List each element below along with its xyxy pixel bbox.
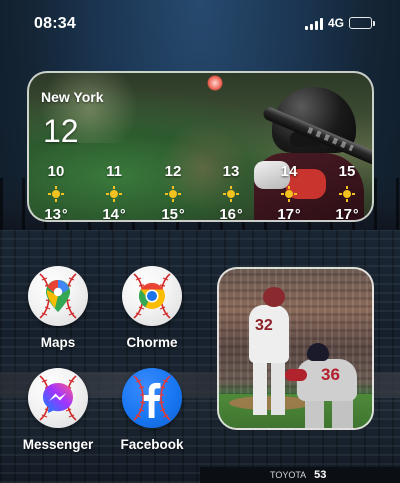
stadium-sign: TOYOTA 53 [200, 467, 400, 483]
forecast-hour: 11 14 [94, 163, 134, 220]
forecast-hour-label: 12 [164, 163, 182, 180]
photo-widget[interactable]: 32 36 [217, 267, 374, 430]
forecast-hour-label: 14 [280, 163, 298, 180]
forecast-hour: 13 16 [211, 163, 251, 220]
forecast-hour-label: 10 [47, 163, 65, 180]
weather-current-temp: 12 [43, 113, 79, 149]
app-maps[interactable]: Maps [16, 266, 100, 350]
app-label-chrome[interactable]: Chorme [110, 335, 194, 350]
app-facebook[interactable]: Facebook [110, 368, 194, 452]
pitcher-jersey-number: 32 [255, 317, 273, 334]
status-time: 08:34 [34, 15, 76, 32]
app-messenger[interactable]: Messenger [16, 368, 100, 452]
status-bar: 08:34 4G [0, 0, 400, 44]
app-label-maps[interactable]: Maps [16, 335, 100, 350]
forecast-hour: 14 17 [269, 163, 309, 220]
forecast-hour-label: 13 [222, 163, 240, 180]
forecast-hour: 10 13 [36, 163, 76, 220]
cellular-signal-icon [305, 18, 323, 30]
forecast-hour: 12 15 [153, 163, 193, 220]
network-type: 4G [328, 16, 345, 30]
forecast-temp: 16 [219, 206, 242, 220]
app-chrome[interactable]: Chorme [110, 266, 194, 350]
app-label-facebook[interactable]: Facebook [110, 437, 194, 452]
stadium-light [207, 75, 223, 91]
forecast-temp: 17 [335, 206, 358, 220]
sign-text: TOYOTA [270, 470, 307, 480]
forecast-hour-label: 15 [338, 163, 356, 180]
sun-icon [339, 186, 355, 202]
forecast-temp: 13 [44, 206, 67, 220]
messenger-icon[interactable] [28, 368, 88, 428]
sun-icon [48, 186, 64, 202]
forecast-hour: 15 17 [327, 163, 367, 220]
battery-icon [349, 17, 375, 29]
sun-icon [106, 186, 122, 202]
forecast-temp: 14 [102, 206, 125, 220]
google-maps-icon[interactable] [28, 266, 88, 326]
chrome-icon[interactable] [122, 266, 182, 326]
sign-number: 53 [314, 469, 327, 481]
hourly-forecast: 10 13 11 14 12 15 13 16 14 17 15 17 [29, 163, 372, 220]
sun-icon [165, 186, 181, 202]
forecast-temp: 15 [161, 206, 184, 220]
batter-jersey-number: 36 [321, 365, 340, 384]
weather-widget[interactable]: New York 12 10 13 11 14 12 15 13 16 14 1… [27, 71, 374, 222]
batter-figure: 36 [285, 343, 372, 428]
sun-icon [281, 186, 297, 202]
forecast-hour-label: 11 [106, 163, 122, 180]
sun-icon [223, 186, 239, 202]
app-label-messenger[interactable]: Messenger [16, 437, 100, 452]
facebook-icon[interactable] [122, 368, 182, 428]
weather-city: New York [41, 89, 104, 105]
forecast-temp: 17 [277, 206, 300, 220]
